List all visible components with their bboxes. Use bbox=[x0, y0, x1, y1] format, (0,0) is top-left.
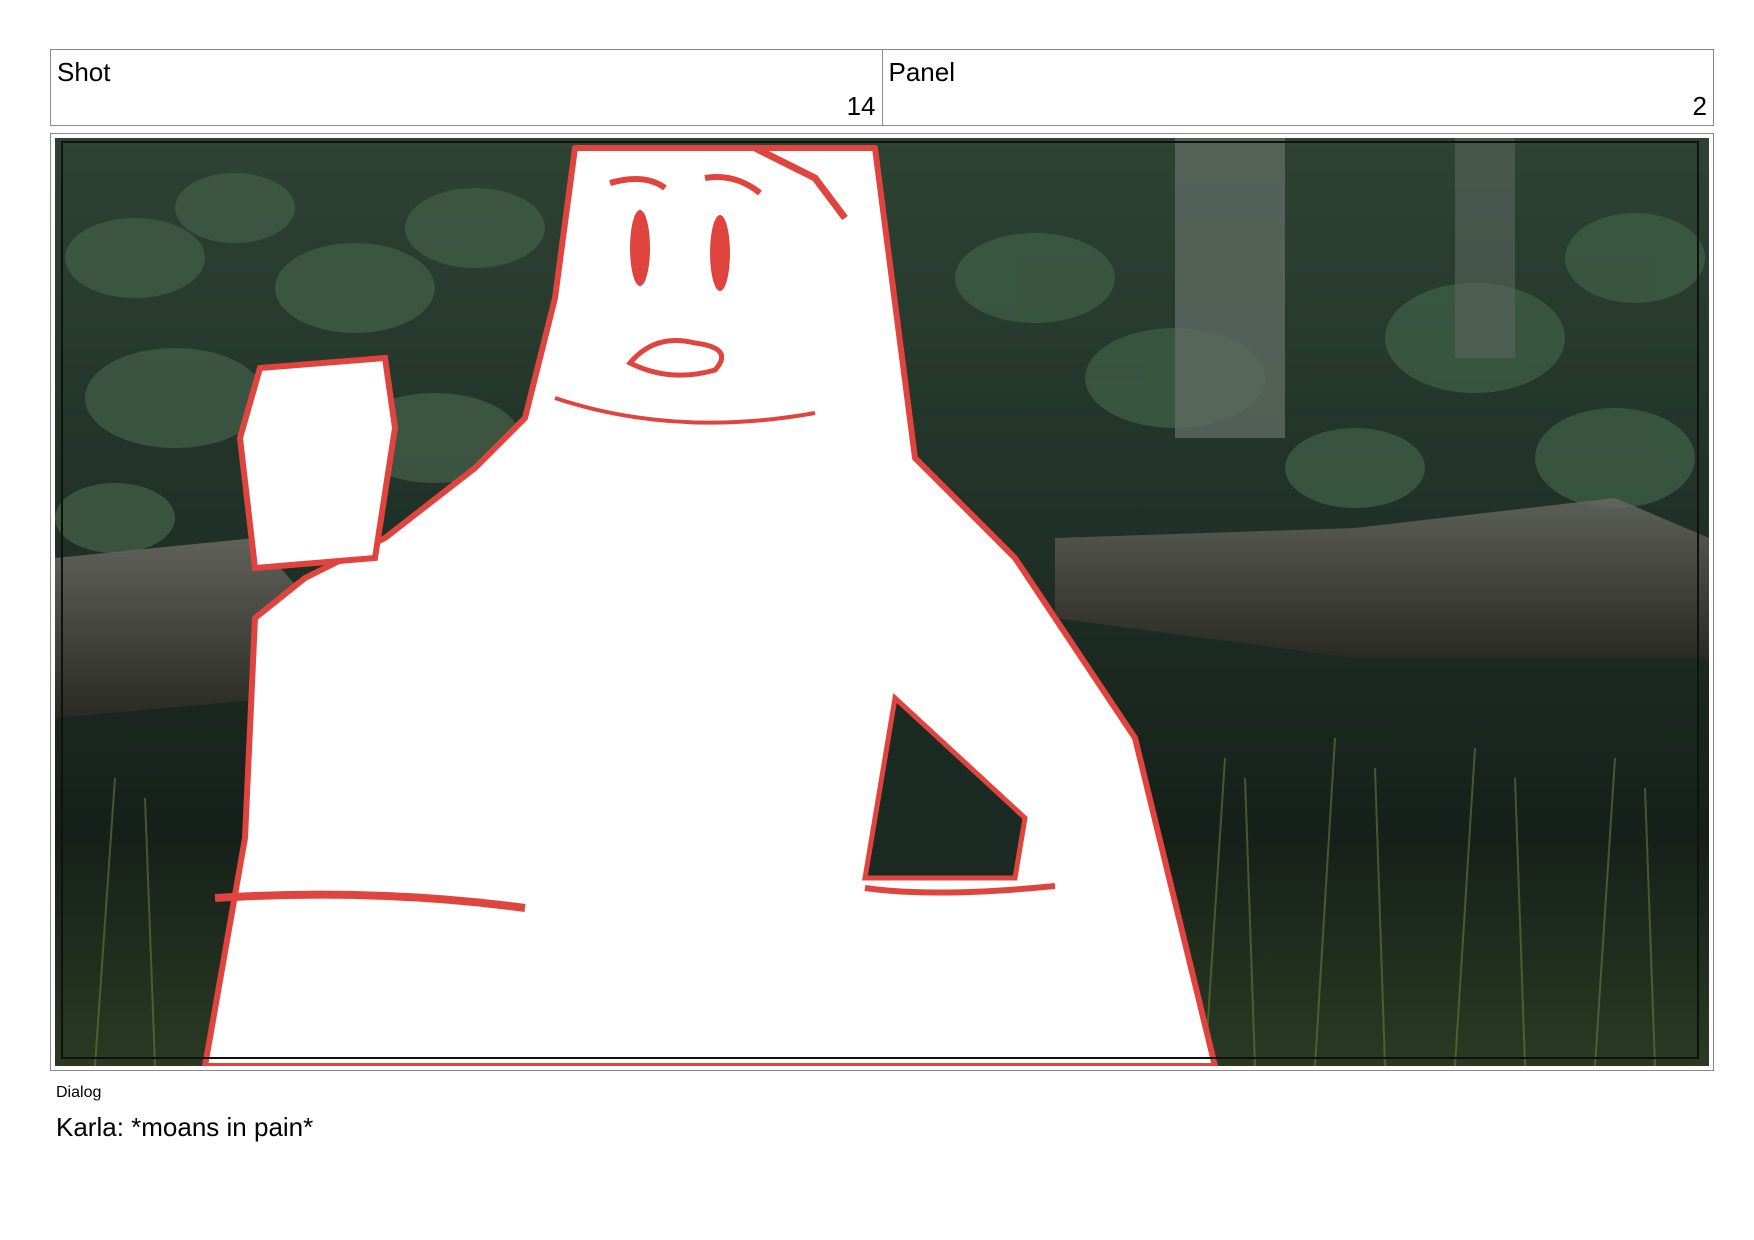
dialog-label: Dialog bbox=[56, 1084, 102, 1101]
tree-trunk-2 bbox=[1455, 138, 1515, 358]
panel-cell: Panel 2 bbox=[881, 50, 1714, 125]
shot-number: 14 bbox=[846, 91, 876, 121]
storyboard-panel-frame bbox=[50, 133, 1714, 1071]
panel-label: Panel bbox=[888, 57, 956, 87]
dialog-text: Karla: *moans in pain* bbox=[56, 1112, 314, 1142]
sketch-illustration bbox=[55, 138, 1709, 1066]
shot-label: Shot bbox=[57, 57, 111, 87]
tree-trunk bbox=[1175, 138, 1285, 438]
storyboard-panel-image bbox=[55, 138, 1709, 1066]
panel-number: 2 bbox=[1692, 91, 1707, 121]
shot-panel-header: Shot 14 Panel 2 bbox=[50, 49, 1714, 126]
shot-cell: Shot 14 bbox=[51, 50, 882, 125]
